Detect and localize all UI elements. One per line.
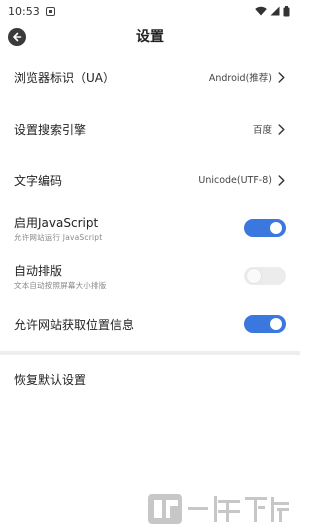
- setting-javascript-label: 启用JavaScript: [14, 215, 99, 230]
- chevron-right-icon: [278, 174, 286, 186]
- toggle-knob: [270, 222, 282, 234]
- setting-javascript-text: 启用JavaScript 允许网站运行 JavaScript: [14, 214, 244, 243]
- setting-ua[interactable]: 浏览器标识（UA） Android(推荐): [0, 51, 300, 103]
- system-icons: [255, 5, 290, 17]
- setting-search-engine-value: 百度: [252, 125, 272, 136]
- setting-search-engine[interactable]: 设置搜索引擎 百度: [0, 103, 300, 155]
- setting-ua-text: 浏览器标识（UA）: [14, 69, 209, 86]
- back-button[interactable]: [8, 28, 26, 46]
- setting-encoding-text: 文字编码: [14, 172, 198, 189]
- location-toggle[interactable]: [244, 315, 286, 333]
- toggle-knob: [270, 318, 282, 330]
- page-title: 设置: [136, 29, 164, 45]
- setting-ua-label: 浏览器标识（UA）: [14, 70, 115, 85]
- auto-layout-toggle[interactable]: [244, 267, 286, 285]
- toggle-knob: [247, 269, 261, 283]
- title-bar: 设置: [0, 22, 300, 50]
- watermark-logo: [148, 494, 289, 524]
- status-time: 10:53: [8, 4, 40, 18]
- setting-encoding-label: 文字编码: [14, 173, 63, 188]
- setting-auto-layout-sub: 文本自动按照屏幕大小排版: [14, 280, 107, 290]
- back-arrow-icon: [13, 32, 22, 42]
- setting-location: 允许网站获取位置信息: [0, 301, 300, 347]
- setting-javascript: 启用JavaScript 允许网站运行 JavaScript: [0, 205, 300, 251]
- setting-location-label: 允许网站获取位置信息: [14, 317, 135, 332]
- settings-list: 浏览器标识（UA） Android(推荐) 设置搜索引擎 百度 文字编码 Uni…: [0, 51, 300, 347]
- setting-ua-value: Android(推荐): [208, 73, 272, 84]
- reset-defaults-label: 恢复默认设置: [14, 372, 87, 387]
- setting-auto-layout: 自动排版 文本自动按照屏幕大小排版: [0, 251, 300, 301]
- setting-javascript-sub: 允许网站运行 JavaScript: [14, 232, 103, 242]
- signal-icon: [270, 6, 280, 16]
- watermark: [148, 488, 290, 528]
- setting-search-engine-text: 设置搜索引擎: [14, 121, 253, 138]
- reset-defaults-button[interactable]: 恢复默认设置: [0, 355, 300, 403]
- setting-location-text: 允许网站获取位置信息: [14, 316, 244, 333]
- setting-encoding-value: Unicode(UTF-8): [198, 174, 272, 186]
- setting-search-engine-label: 设置搜索引擎: [14, 122, 87, 137]
- setting-auto-layout-label: 自动排版: [14, 263, 63, 278]
- setting-auto-layout-text: 自动排版 文本自动按照屏幕大小排版: [14, 262, 244, 291]
- notification-icon: [45, 6, 55, 16]
- battery-icon: [283, 5, 290, 16]
- javascript-toggle[interactable]: [244, 219, 286, 237]
- setting-encoding[interactable]: 文字编码 Unicode(UTF-8): [0, 155, 300, 205]
- chevron-right-icon: [278, 71, 286, 83]
- status-bar: 10:53: [0, 0, 300, 22]
- wifi-icon: [255, 6, 267, 16]
- chevron-right-icon: [278, 123, 286, 135]
